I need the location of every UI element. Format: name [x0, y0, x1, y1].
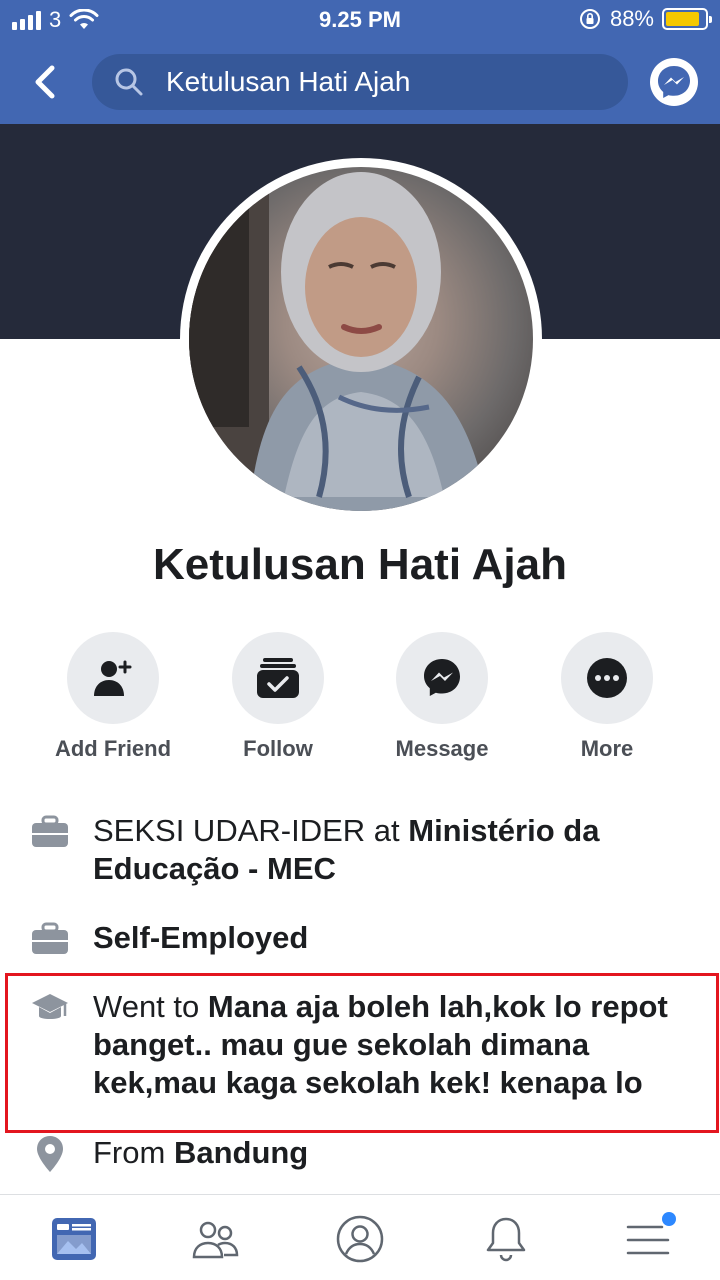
messenger-icon — [658, 66, 690, 98]
briefcase-icon — [32, 922, 68, 954]
work-prefix: SEKSI UDAR-IDER at — [93, 813, 409, 848]
hometown-prefix: From — [93, 1135, 174, 1170]
work-text-self: Self-Employed — [93, 919, 703, 957]
add-friend-icon — [94, 660, 132, 696]
back-button[interactable] — [28, 62, 64, 102]
briefcase-icon — [32, 815, 68, 847]
profile-name: Ketulusan Hati Ajah — [153, 540, 567, 589]
profile-icon — [336, 1215, 384, 1263]
tab-notifications[interactable] — [480, 1213, 532, 1265]
news-feed-icon — [52, 1218, 96, 1260]
notifications-icon — [486, 1217, 526, 1262]
profile-photo-image — [189, 167, 533, 511]
more-icon — [587, 658, 627, 698]
status-bar: 3 9.25 PM 88% — [0, 0, 720, 40]
message-messenger-icon — [424, 659, 460, 696]
back-chevron-icon — [35, 65, 55, 99]
tab-news-feed[interactable] — [48, 1213, 100, 1265]
follow-button[interactable]: Follow — [198, 632, 358, 762]
more-label: More — [580, 736, 634, 761]
add-friend-button[interactable]: Add Friend — [33, 632, 193, 762]
profile-picture[interactable] — [180, 158, 542, 520]
message-circle[interactable] — [396, 632, 488, 724]
search-icon — [115, 68, 143, 96]
profile-actions: Add Friend Follow Message More — [30, 632, 690, 772]
hometown-text: From Bandung — [93, 1134, 703, 1172]
tab-friends[interactable] — [190, 1213, 242, 1265]
friends-icon — [192, 1221, 239, 1259]
follow-icon — [257, 658, 299, 698]
highlight-box — [5, 973, 719, 1133]
more-circle[interactable] — [561, 632, 653, 724]
bottom-tab-bar — [0, 1194, 720, 1280]
rotation-lock-icon — [579, 9, 600, 29]
message-label: Message — [395, 736, 489, 761]
search-field[interactable]: Ketulusan Hati Ajah — [92, 54, 628, 110]
profile-photo-illustration — [189, 167, 489, 511]
work-self-employed: Self-Employed — [93, 920, 309, 955]
follow-circle[interactable] — [232, 632, 324, 724]
messenger-button[interactable] — [650, 58, 698, 106]
status-right: 88% — [578, 6, 712, 32]
battery-percent: 88% — [609, 6, 654, 31]
add-friend-label: Add Friend — [54, 736, 172, 761]
battery-icon — [662, 8, 712, 30]
top-nav-bar: Ketulusan Hati Ajah — [0, 40, 720, 124]
message-button[interactable]: Message — [362, 632, 522, 762]
menu-notification-dot — [662, 1212, 676, 1226]
tab-profile[interactable] — [334, 1213, 386, 1265]
more-button[interactable]: More — [527, 632, 687, 762]
location-pin-icon — [37, 1136, 63, 1172]
add-friend-circle[interactable] — [67, 632, 159, 724]
hometown-city: Bandung — [173, 1135, 309, 1170]
follow-label: Follow — [243, 736, 313, 761]
work-text-ministry: SEKSI UDAR-IDER at Ministério da Educaçã… — [93, 812, 703, 888]
search-text: Ketulusan Hati Ajah — [166, 66, 411, 97]
